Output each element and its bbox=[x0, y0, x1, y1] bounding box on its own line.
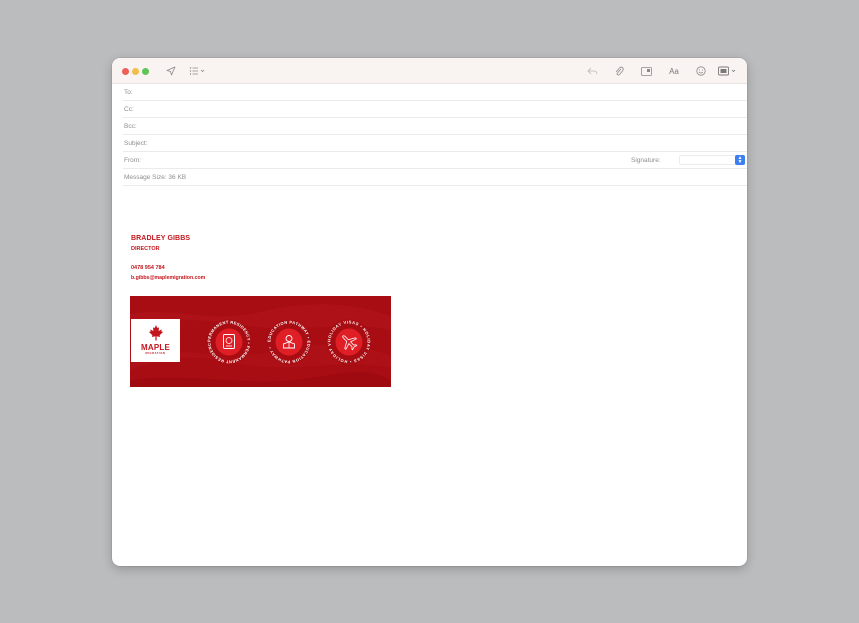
stepper-icon[interactable]: ▲ ▼ bbox=[735, 155, 745, 165]
badge-permanent-residency: PERMANENT RESIDENCY • PERMANENT RESIDENC… bbox=[206, 319, 252, 365]
logo-subtitle: MIGRATION bbox=[145, 352, 166, 355]
from-label: From: bbox=[124, 157, 141, 164]
bcc-label: Bcc: bbox=[124, 123, 137, 130]
subject-label: Subject: bbox=[124, 140, 148, 147]
signature-label: Signature: bbox=[631, 157, 661, 164]
zoom-window-button[interactable] bbox=[142, 68, 149, 75]
mail-compose-window: Aa To: Cc: Bcc: Subject: From: Signature… bbox=[112, 58, 747, 566]
signature-select[interactable]: ▲ ▼ bbox=[679, 155, 745, 165]
paperclip-icon[interactable] bbox=[613, 64, 625, 78]
send-icon[interactable] bbox=[165, 64, 177, 78]
reply-icon[interactable] bbox=[586, 64, 598, 78]
show-insert-panel-icon[interactable] bbox=[640, 64, 652, 78]
signature-phone: 0478 954 784 bbox=[131, 265, 165, 271]
bcc-field[interactable]: Bcc: bbox=[123, 118, 747, 135]
signature-email[interactable]: b.gibbs@maplemigration.com bbox=[131, 275, 205, 281]
maple-logo: MAPLE MIGRATION bbox=[131, 319, 180, 362]
message-size: Message Size: 36 KB bbox=[124, 174, 187, 181]
from-row: From: Signature: ▲ ▼ bbox=[123, 152, 747, 169]
badge-holiday-visas: HOLIDAY VISAS • HOLIDAY VISAS • HOLIDAY … bbox=[326, 319, 372, 365]
logo-name: MAPLE bbox=[141, 343, 170, 352]
signature-name: BRADLEY GIBBS bbox=[131, 235, 191, 242]
cc-field[interactable]: Cc: bbox=[123, 101, 747, 118]
header-fields-menu-icon[interactable] bbox=[189, 64, 207, 78]
badge-education-pathway: EDUCATION PATHWAY • EDUCATION PATHWAY • bbox=[266, 319, 312, 365]
to-field[interactable]: To: bbox=[123, 84, 747, 101]
maple-leaf-icon bbox=[149, 325, 163, 341]
photo-browser-icon[interactable] bbox=[718, 64, 738, 78]
signature-banner: MAPLE MIGRATION PERMANENT RESIDENCY • PE… bbox=[130, 296, 391, 387]
subject-field[interactable]: Subject: bbox=[123, 135, 747, 152]
signature-title: DIRECTOR bbox=[131, 246, 160, 252]
font-button[interactable]: Aa bbox=[667, 64, 681, 78]
close-window-button[interactable] bbox=[122, 68, 129, 75]
emoji-icon[interactable] bbox=[695, 64, 707, 78]
to-label: To: bbox=[124, 89, 133, 96]
message-size-row: Message Size: 36 KB bbox=[123, 169, 747, 186]
minimize-window-button[interactable] bbox=[132, 68, 139, 75]
header-fields: To: Cc: Bcc: Subject: From: Signature: ▲… bbox=[112, 84, 747, 186]
cc-label: Cc: bbox=[124, 106, 134, 113]
toolbar: Aa bbox=[112, 58, 747, 84]
